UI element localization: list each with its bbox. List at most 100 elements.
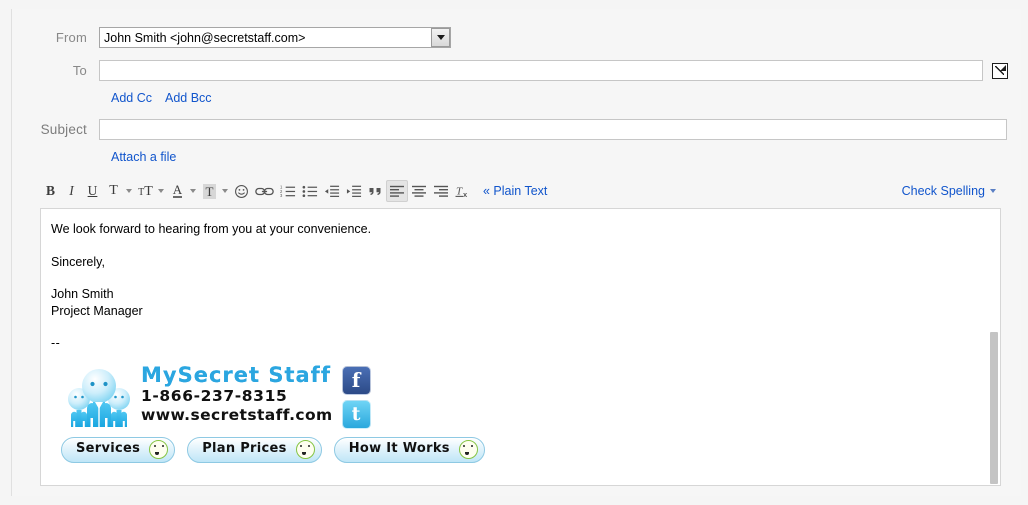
from-dropdown-button[interactable] (431, 28, 450, 47)
from-row: From (12, 27, 1021, 53)
highlight-color-group[interactable]: T (199, 180, 231, 202)
numbered-list-button[interactable]: 1 2 3 (277, 180, 299, 202)
quote-icon (369, 187, 381, 195)
to-control (99, 60, 1021, 81)
from-select[interactable] (99, 27, 451, 48)
remove-formatting-button[interactable]: T x (452, 180, 474, 202)
message-body-content[interactable]: We look forward to hearing from you at y… (41, 209, 1000, 463)
align-left-icon (390, 185, 404, 197)
font-family-group[interactable]: T (103, 180, 135, 202)
add-bcc-link[interactable]: Add Bcc (165, 91, 212, 105)
highlight-color-button[interactable]: T (199, 180, 220, 202)
text-color-group[interactable]: A (167, 180, 199, 202)
editor-scrollbar[interactable] (990, 332, 998, 484)
services-button[interactable]: Services (61, 436, 176, 463)
font-family-icon: T (109, 183, 118, 198)
attach-file-row: Attach a file (12, 145, 1021, 169)
plan-prices-label: Plan Prices (202, 441, 287, 457)
outdent-icon (324, 185, 340, 197)
insert-link-button[interactable] (252, 180, 277, 202)
align-center-button[interactable] (408, 180, 430, 202)
to-input-wrap (99, 60, 1021, 81)
add-cc-link[interactable]: Add Cc (111, 91, 152, 105)
bulleted-list-button[interactable] (299, 180, 321, 202)
brand-name: MySecret Staff (141, 362, 331, 387)
smiley-face-icon (149, 440, 169, 459)
indent-button[interactable] (343, 180, 365, 202)
twitter-icon[interactable]: t (341, 399, 371, 429)
align-left-button[interactable] (386, 180, 408, 202)
chevron-down-icon (436, 35, 445, 40)
indent-icon (346, 185, 362, 197)
body-line-3: John Smith (51, 287, 114, 301)
facebook-icon[interactable]: f (341, 365, 371, 395)
brand-phone: 1-866-237-8315 (141, 386, 288, 405)
to-input[interactable] (99, 60, 983, 81)
message-body-editor[interactable]: We look forward to hearing from you at y… (40, 208, 1001, 486)
link-icon (255, 187, 274, 195)
svg-text:T: T (456, 186, 463, 198)
compose-panel: From To (11, 9, 1021, 496)
compose-email-screen: From To (0, 0, 1028, 505)
signature-top: MySecret Staff 1-866-237-8315 www.secret… (65, 362, 495, 429)
svg-text:3: 3 (280, 193, 283, 198)
svg-text:x: x (463, 190, 468, 198)
services-label: Services (76, 441, 141, 457)
chevron-down-icon[interactable] (126, 189, 132, 193)
smiley-face-icon (458, 440, 478, 459)
chevron-down-icon[interactable] (158, 189, 164, 193)
underline-button[interactable]: U (82, 180, 103, 202)
check-spelling-label: Check Spelling (901, 184, 985, 198)
subject-row: Subject (12, 119, 1021, 145)
plan-prices-button[interactable]: Plan Prices (187, 436, 322, 463)
subject-input[interactable] (99, 119, 1007, 140)
text-color-icon: A (172, 182, 183, 198)
subject-label: Subject (40, 122, 87, 137)
signature-buttons: Services Plan Prices How It Works (61, 436, 495, 463)
numbered-list-icon: 1 2 3 (280, 185, 296, 198)
chevron-down-icon[interactable] (190, 189, 196, 193)
bold-button[interactable]: B (40, 180, 61, 202)
bold-icon: B (45, 183, 55, 198)
italic-button[interactable]: I (61, 180, 82, 202)
subject-control (99, 119, 1021, 140)
how-it-works-label: How It Works (348, 441, 450, 457)
social-icons: f t (341, 365, 371, 429)
font-size-group[interactable]: TT (135, 180, 167, 202)
plain-text-link[interactable]: « Plain Text (483, 184, 547, 198)
quote-button[interactable] (365, 180, 386, 202)
brand-website: www.secretstaff.com (141, 405, 333, 424)
align-right-button[interactable] (430, 180, 452, 202)
from-label: From (55, 30, 87, 45)
emoticon-button[interactable] (231, 180, 252, 202)
attach-file-link[interactable]: Attach a file (111, 150, 176, 164)
chevron-down-icon (990, 189, 996, 193)
text-color-button[interactable]: A (167, 180, 188, 202)
outdent-button[interactable] (321, 180, 343, 202)
from-control (99, 27, 1021, 48)
expand-window-icon[interactable] (992, 62, 1008, 79)
smiley-face-icon (295, 440, 315, 459)
chevron-down-icon[interactable] (222, 189, 228, 193)
font-family-button[interactable]: T (103, 180, 124, 202)
signature-separator: -- (51, 336, 61, 350)
font-size-icon: TT (138, 183, 153, 199)
font-size-button[interactable]: TT (135, 180, 156, 202)
italic-icon: I (69, 183, 74, 198)
highlight-color-icon: T (202, 183, 217, 199)
remove-formatting-icon: T x (455, 186, 468, 198)
cc-bcc-links-row: Add Cc Add Bcc (12, 86, 1021, 110)
body-line-1: We look forward to hearing from you at y… (51, 222, 372, 236)
align-right-icon (434, 185, 448, 197)
bulleted-list-icon (302, 185, 318, 198)
body-line-4: Project Manager (51, 303, 143, 318)
formatting-toolbar: B I U T TT A T 1 2 3 T x « Plain Text Ch… (12, 177, 1021, 205)
how-it-works-button[interactable]: How It Works (333, 436, 485, 463)
align-center-icon (412, 185, 426, 197)
email-signature: MySecret Staff 1-866-237-8315 www.secret… (61, 362, 495, 463)
check-spelling-button[interactable]: Check Spelling (902, 184, 999, 198)
to-label: To (72, 63, 87, 78)
smiley-icon (235, 184, 248, 198)
compose-header-fields: From To (12, 9, 1021, 169)
from-select-wrap[interactable] (99, 27, 451, 48)
